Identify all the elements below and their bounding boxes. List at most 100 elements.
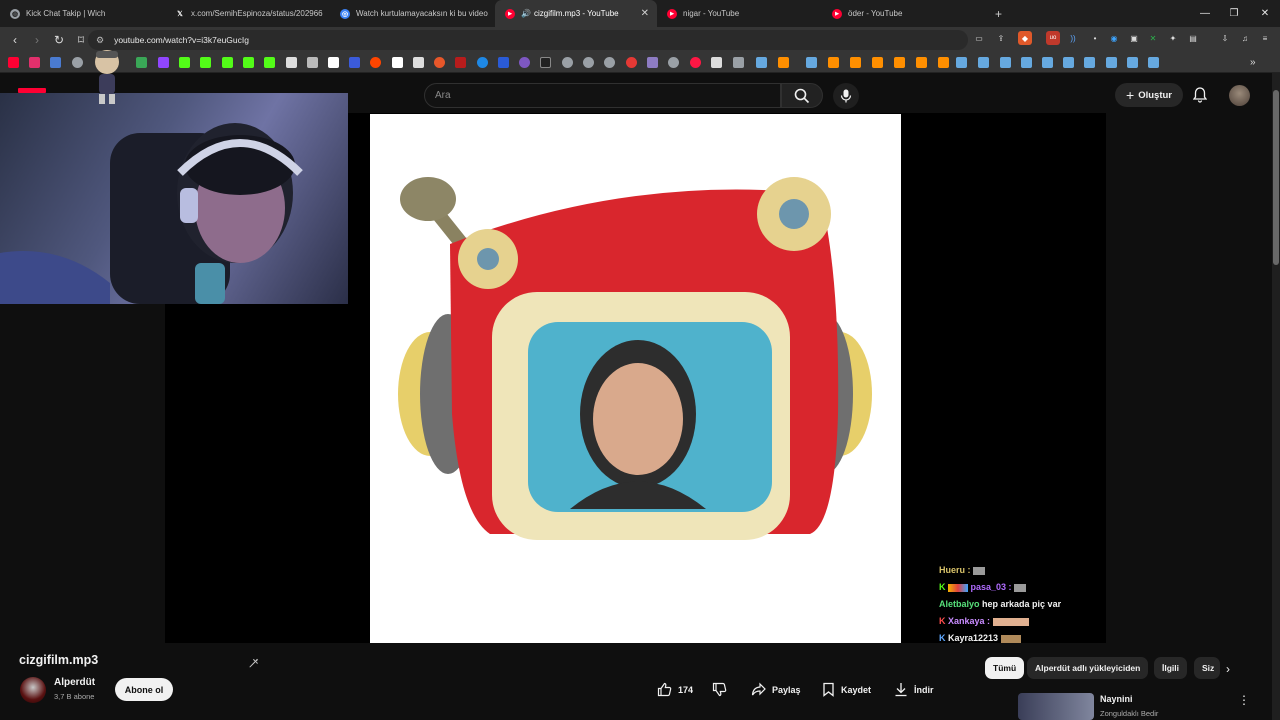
forward-icon[interactable]: › bbox=[27, 30, 47, 50]
address-bar[interactable]: ⚙ youtube.com/watch?v=i3k7euGucIg bbox=[88, 30, 968, 50]
channel-name[interactable]: Alperdüt bbox=[54, 677, 95, 688]
bookmark-steam-icon[interactable] bbox=[956, 57, 967, 68]
bookmark-steam-icon[interactable] bbox=[1063, 57, 1074, 68]
bookmark-icon[interactable] bbox=[413, 57, 424, 68]
tab-x-status[interactable]: 𝕏 x.com/SemihEspinoza/status/202966 bbox=[165, 0, 330, 27]
close-window-icon[interactable]: ✕ bbox=[1250, 0, 1280, 27]
bookmark-icon[interactable] bbox=[477, 57, 488, 68]
bookmark-icon[interactable] bbox=[264, 57, 275, 68]
bookmark-icon[interactable] bbox=[519, 57, 530, 68]
bookmark-icon[interactable] bbox=[626, 57, 637, 68]
cast-icon[interactable]: ▭ bbox=[972, 31, 986, 45]
bookmark-icon[interactable] bbox=[455, 57, 466, 68]
chip-related[interactable]: İlgili bbox=[1154, 657, 1187, 679]
bookmark-icon[interactable] bbox=[690, 57, 701, 68]
scrollbar-thumb[interactable] bbox=[1273, 90, 1279, 265]
bookmark-icon[interactable] bbox=[434, 57, 445, 68]
extension-icon[interactable]: • bbox=[1088, 31, 1102, 45]
site-info-icon[interactable]: ⚙ bbox=[96, 35, 104, 46]
bookmark-steam-icon[interactable] bbox=[806, 57, 817, 68]
bookmark-x-icon[interactable] bbox=[328, 57, 339, 68]
chevron-right-icon[interactable]: › bbox=[1226, 662, 1230, 676]
search-button[interactable] bbox=[781, 83, 823, 108]
channel-avatar[interactable] bbox=[20, 677, 46, 703]
tab-watch-video[interactable]: ◎ Watch kurtulamayacaksın ki bu video bbox=[330, 0, 495, 27]
bookmark-steam-icon[interactable] bbox=[1148, 57, 1159, 68]
bookmark-twitch-icon[interactable] bbox=[158, 57, 169, 68]
bookmark-kick-icon[interactable] bbox=[222, 57, 233, 68]
bookmark-icon[interactable] bbox=[349, 57, 360, 68]
notifications-button[interactable] bbox=[1190, 85, 1210, 105]
bookmark-icon[interactable] bbox=[50, 57, 61, 68]
sidebar-icon[interactable]: ▤ bbox=[1186, 31, 1200, 45]
minimize-icon[interactable]: — bbox=[1190, 0, 1220, 27]
bookmark-icon[interactable] bbox=[243, 57, 254, 68]
bookmark-kick-icon[interactable] bbox=[200, 57, 211, 68]
extension-icon[interactable]: ✕ bbox=[1146, 31, 1160, 45]
bookmark-globe-icon[interactable] bbox=[72, 57, 83, 68]
bookmark-icon[interactable] bbox=[872, 57, 883, 68]
search-input[interactable]: Ara bbox=[424, 83, 781, 108]
extension-icon[interactable]: ▣ bbox=[1127, 31, 1141, 45]
bookmark-steam-icon[interactable] bbox=[1106, 57, 1117, 68]
more-bookmarks-icon[interactable]: » bbox=[1250, 57, 1261, 68]
chip-you[interactable]: Siz bbox=[1194, 657, 1220, 679]
bookmark-icon[interactable] bbox=[778, 57, 789, 68]
tab-cizgifilm[interactable]: ▶ 🔊 cizgifilm.mp3 - YouTube ✕ bbox=[495, 0, 657, 27]
reload-icon[interactable]: ↻ bbox=[49, 30, 69, 50]
subscribe-button[interactable]: Abone ol bbox=[115, 678, 173, 701]
create-button[interactable]: + Oluştur bbox=[1115, 83, 1183, 107]
bookmark-steam-icon[interactable] bbox=[756, 57, 767, 68]
bookmark-kick-icon[interactable] bbox=[179, 57, 190, 68]
bookmark-reddit-icon[interactable] bbox=[370, 57, 381, 68]
bookmark-icon[interactable] bbox=[307, 57, 318, 68]
new-tab-button[interactable]: + bbox=[995, 7, 1002, 21]
bookmark-icon[interactable] bbox=[540, 57, 551, 68]
like-button[interactable]: 174 bbox=[657, 677, 693, 702]
bookmark-icon[interactable] bbox=[711, 57, 722, 68]
bookmark-icon[interactable] bbox=[647, 57, 658, 68]
bookmark-icon[interactable] bbox=[938, 57, 949, 68]
bookmark-steam-icon[interactable] bbox=[1084, 57, 1095, 68]
share-icon[interactable]: ⇪ bbox=[994, 31, 1008, 45]
bookmark-steam-icon[interactable] bbox=[1021, 57, 1032, 68]
tab-nigar[interactable]: ▶ nigar - YouTube bbox=[657, 0, 822, 27]
bookmark-icon[interactable] bbox=[916, 57, 927, 68]
chip-all[interactable]: Tümü bbox=[985, 657, 1025, 679]
close-tab-icon[interactable]: ✕ bbox=[641, 8, 649, 19]
voice-search-button[interactable] bbox=[833, 83, 859, 109]
youtube-logo-icon[interactable] bbox=[18, 88, 46, 93]
bookmark-icon[interactable] bbox=[894, 57, 905, 68]
tab-oder[interactable]: ▶ öder - YouTube bbox=[822, 0, 987, 27]
bookmark-icon[interactable] bbox=[850, 57, 861, 68]
back-icon[interactable]: ‹ bbox=[5, 30, 25, 50]
extension-icon[interactable]: uo bbox=[1046, 31, 1060, 45]
share-button[interactable]: Paylaş bbox=[751, 677, 801, 702]
bookmark-icon[interactable] bbox=[604, 57, 615, 68]
downloads-icon[interactable]: ⇩ bbox=[1218, 31, 1232, 45]
bookmark-icon[interactable] bbox=[583, 57, 594, 68]
bookmark-steam-icon[interactable] bbox=[1127, 57, 1138, 68]
bookmark-icon[interactable] bbox=[828, 57, 839, 68]
chip-from-uploader[interactable]: Alperdüt adlı yükleyiciden bbox=[1027, 657, 1149, 679]
account-avatar[interactable] bbox=[1229, 85, 1250, 106]
bookmark-instagram-icon[interactable] bbox=[29, 57, 40, 68]
bookmark-steam-icon[interactable] bbox=[1000, 57, 1011, 68]
menu-icon[interactable]: ≡ bbox=[1258, 31, 1272, 45]
bookmark-steam-icon[interactable] bbox=[1042, 57, 1053, 68]
bookmark-anchor-icon[interactable] bbox=[286, 57, 297, 68]
more-options-icon[interactable]: ⋮ bbox=[1238, 693, 1250, 707]
recommended-thumbnail[interactable] bbox=[1018, 693, 1094, 720]
bookmark-icon[interactable] bbox=[498, 57, 509, 68]
dislike-button[interactable] bbox=[712, 677, 733, 702]
extension-icon[interactable]: ◉ bbox=[1107, 31, 1121, 45]
video-frame[interactable] bbox=[370, 114, 901, 643]
brave-shield-icon[interactable]: ◆ bbox=[1018, 31, 1032, 45]
media-icon[interactable]: ♫ bbox=[1238, 31, 1252, 45]
download-button[interactable]: İndir bbox=[894, 677, 934, 702]
tab-kick-chat[interactable]: ◍ Kick Chat Takip | Wich bbox=[0, 0, 165, 27]
bookmark-drive-icon[interactable] bbox=[136, 57, 147, 68]
extensions-puzzle-icon[interactable]: ✦ bbox=[1166, 31, 1180, 45]
restore-icon[interactable]: ❐ bbox=[1219, 0, 1249, 27]
extension-icon[interactable]: )) bbox=[1066, 31, 1080, 45]
